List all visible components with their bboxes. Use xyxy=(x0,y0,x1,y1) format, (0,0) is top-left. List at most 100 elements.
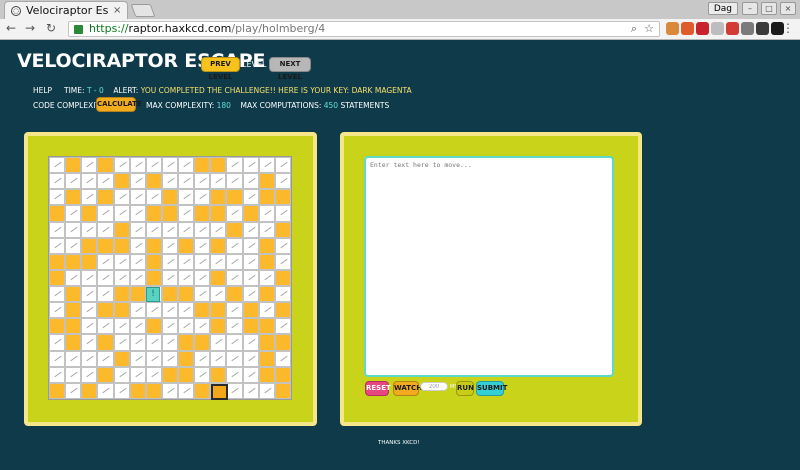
reset-button[interactable]: RESET xyxy=(365,381,391,396)
board-cell-blocked xyxy=(258,318,275,335)
board-cell-blocked xyxy=(258,253,275,270)
board-cell-open xyxy=(161,253,179,270)
board-cell-open xyxy=(226,253,243,270)
reload-icon[interactable]: ↻ xyxy=(44,21,58,35)
board-cell-blocked xyxy=(65,302,82,319)
board-cell-blocked xyxy=(194,334,211,351)
max-complexity-label: MAX COMPLEXITY: xyxy=(146,101,215,110)
board-cell-open xyxy=(129,157,146,174)
ext-1-icon[interactable] xyxy=(666,22,679,35)
bookmark-star-icon[interactable]: ☆ xyxy=(644,22,654,36)
board-cell-open xyxy=(178,269,195,287)
board-cell-blocked xyxy=(194,302,211,319)
window-close-icon[interactable]: × xyxy=(780,2,796,15)
board-cell-open xyxy=(145,302,162,319)
board-cell-open xyxy=(81,334,98,351)
board-cell-blocked xyxy=(210,366,227,383)
run-button[interactable]: RUN xyxy=(456,381,474,396)
board-cell-blocked xyxy=(242,302,259,319)
tab-close-icon[interactable]: × xyxy=(113,5,121,16)
code-editor[interactable] xyxy=(364,156,614,377)
board-cell-open xyxy=(65,382,82,399)
url-scheme: https:// xyxy=(89,22,129,35)
board-cell-open xyxy=(97,221,114,238)
ext-2-icon[interactable] xyxy=(681,22,694,35)
minimize-icon[interactable]: – xyxy=(742,2,758,15)
board-cell-open xyxy=(129,237,146,254)
board-cell-blocked xyxy=(258,286,275,303)
board-cell-blocked xyxy=(242,205,259,222)
board-cell-open xyxy=(65,366,82,383)
board-cell-open xyxy=(226,237,243,254)
board-cell-open xyxy=(113,318,130,335)
board-cell-open xyxy=(81,173,98,190)
board-cell-open xyxy=(161,269,179,287)
board-cell-open xyxy=(97,350,114,367)
profile-button[interactable]: Dag xyxy=(707,2,738,15)
max-computations-value: 450 xyxy=(323,101,339,110)
back-icon[interactable]: ← xyxy=(4,21,18,35)
board-cell-open xyxy=(210,334,227,351)
footer-credit: THANKS XKCD! xyxy=(378,440,420,446)
browser-tab[interactable]: ◌ Velociraptor Escape × xyxy=(4,1,128,19)
ext-3-abp-icon[interactable] xyxy=(696,22,709,35)
board-cell-open xyxy=(97,253,114,270)
speed-input[interactable] xyxy=(420,382,448,391)
ext-4-icon[interactable] xyxy=(711,22,724,35)
ext-7-icon[interactable] xyxy=(756,22,769,35)
board-cell-open xyxy=(97,286,114,303)
board-cell-open xyxy=(129,334,146,351)
board-cell-open xyxy=(113,157,130,174)
board-cell-open xyxy=(49,189,66,206)
board-cell-open xyxy=(194,269,211,287)
board-cell-blocked xyxy=(210,205,227,222)
watch-button[interactable]: WATCH xyxy=(393,381,422,396)
board-cell-open xyxy=(242,253,259,270)
board-cell-open xyxy=(113,334,130,351)
board-cell-open xyxy=(242,221,259,238)
board-cell-open xyxy=(242,286,259,303)
maximize-icon[interactable]: □ xyxy=(761,2,777,15)
forward-icon[interactable]: → xyxy=(23,21,37,35)
board-cell-open xyxy=(113,366,130,383)
next-level-button[interactable]: NEXT LEVEL xyxy=(269,57,311,81)
board-cell-open xyxy=(194,350,211,367)
board-cell-open xyxy=(258,157,275,174)
max-complexity-value: 180 xyxy=(216,101,231,110)
ext-6-icon[interactable] xyxy=(741,22,754,35)
search-icon[interactable]: ⌕ xyxy=(631,22,637,36)
board-cell-blocked xyxy=(97,157,114,174)
board-cell-open xyxy=(81,269,98,287)
calculate-button[interactable]: CALCULATE xyxy=(96,97,142,112)
board-cell-blocked xyxy=(210,269,227,287)
board-cell-open xyxy=(194,286,211,303)
board-cell-open xyxy=(161,302,179,319)
submit-button[interactable]: SUBMIT xyxy=(476,381,507,396)
board-cell-open xyxy=(81,302,98,319)
board-cell-blocked xyxy=(113,221,130,238)
max-computations-label: MAX COMPUTATIONS: xyxy=(240,101,322,110)
board-cell-open xyxy=(194,237,211,254)
board-cell-open xyxy=(65,205,82,222)
board-cell-blocked xyxy=(113,237,130,254)
new-tab-button[interactable] xyxy=(130,4,156,17)
board-cell-open xyxy=(242,269,259,287)
game-board xyxy=(48,156,292,400)
board-cell-open xyxy=(97,173,114,190)
board-cell-blocked xyxy=(161,189,179,206)
help-link[interactable]: HELP xyxy=(33,86,52,95)
browser-menu-icon[interactable]: ⋮ xyxy=(782,22,794,35)
board-cell-blocked xyxy=(178,286,195,303)
board-cell-blocked xyxy=(65,157,82,174)
board-cell-open xyxy=(258,269,275,287)
address-bar[interactable]: https://raptor.haxkcd.com/play/holmberg/… xyxy=(68,21,660,37)
board-cell-blocked xyxy=(97,189,114,206)
board-cell-open xyxy=(161,382,179,399)
board-cell-open xyxy=(49,302,66,319)
board-cell-open xyxy=(226,382,243,399)
ext-5-icon[interactable] xyxy=(726,22,739,35)
board-cell-open xyxy=(129,173,146,190)
board-cell-blocked xyxy=(274,302,291,319)
prev-level-button[interactable]: PREV LEVEL xyxy=(201,57,240,81)
board-cell-blocked xyxy=(194,382,211,399)
